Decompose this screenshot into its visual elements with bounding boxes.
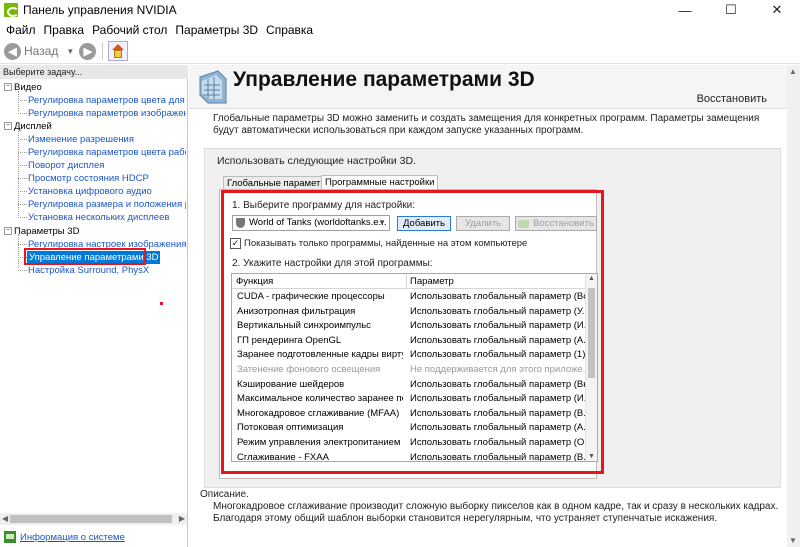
- tree-guide: [18, 234, 19, 268]
- tree-branch: [18, 244, 27, 245]
- tree-branch: [18, 270, 27, 271]
- annotation-dot: [160, 302, 163, 305]
- tree-branch: [18, 139, 27, 140]
- description-text: Многокадровое сглаживание производит сло…: [213, 501, 779, 524]
- menu-help[interactable]: Справка: [262, 23, 317, 37]
- collapse-icon[interactable]: −: [4, 122, 12, 131]
- tree-guide: [18, 91, 19, 111]
- tree-category-3d[interactable]: − Параметры 3D: [4, 225, 79, 238]
- tree-item-hdcp[interactable]: Просмотр состояния HDCP: [28, 172, 149, 185]
- scroll-up-icon[interactable]: ▲: [789, 67, 797, 76]
- scroll-down-icon[interactable]: ▼: [789, 536, 797, 545]
- menu-edit[interactable]: Правка: [40, 23, 89, 37]
- maximize-button[interactable]: ☐: [708, 0, 754, 20]
- page-intro: Глобальные параметры 3D можно заменить и…: [213, 113, 760, 136]
- menu-bar: Файл Правка Рабочий стол Параметры 3D Сп…: [0, 20, 800, 39]
- 3d-settings-icon: [199, 70, 227, 104]
- tree-item-video-color[interactable]: Регулировка параметров цвета для вид: [28, 94, 186, 107]
- collapse-icon[interactable]: −: [4, 83, 12, 92]
- system-info[interactable]: Информация о системе: [4, 531, 125, 543]
- back-arrow-icon[interactable]: ◀: [4, 42, 21, 60]
- restore-defaults-link[interactable]: Восстановить: [697, 93, 767, 105]
- tree-item-multiple-displays[interactable]: Установка нескольких дисплеев: [28, 211, 169, 224]
- horizontal-scrollbar[interactable]: ◀ ▶: [0, 513, 187, 525]
- tree-branch: [18, 152, 27, 153]
- close-button[interactable]: ✕: [754, 0, 800, 20]
- scroll-thumb[interactable]: [10, 515, 172, 523]
- scroll-left-icon[interactable]: ◀: [2, 514, 8, 523]
- collapse-icon[interactable]: −: [4, 227, 12, 236]
- selection-highlight-frame: [24, 248, 146, 265]
- tree-branch: [18, 178, 27, 179]
- tree-item-digital-audio[interactable]: Установка цифрового аудио: [28, 185, 152, 198]
- tree-item-video-image[interactable]: Регулировка параметров изображения д: [28, 107, 186, 120]
- page-header: Управление параметрами 3D Восстановить: [189, 65, 787, 109]
- tree-category-display[interactable]: − Дисплей: [4, 120, 52, 133]
- page-title: Управление параметрами 3D: [233, 68, 535, 91]
- vertical-scrollbar[interactable]: ▲ ▼: [787, 65, 800, 547]
- home-icon[interactable]: [108, 41, 129, 61]
- scroll-right-icon[interactable]: ▶: [179, 514, 185, 523]
- system-info-icon: [4, 531, 16, 543]
- tree-branch: [18, 217, 27, 218]
- category-label: Дисплей: [14, 121, 52, 132]
- tree-category-video[interactable]: − Видео: [4, 81, 42, 94]
- tree-item-desktop-color[interactable]: Регулировка параметров цвета рабочег: [28, 146, 186, 159]
- menu-file[interactable]: Файл: [2, 23, 40, 37]
- tab-program-settings[interactable]: Программные настройки: [321, 175, 439, 190]
- back-button-label[interactable]: Назад: [24, 44, 58, 58]
- window-controls: — ☐ ✕: [662, 0, 800, 20]
- system-info-link[interactable]: Информация о системе: [20, 532, 125, 543]
- settings-group-title: Использовать следующие настройки 3D.: [217, 155, 416, 167]
- tree-item-rotate[interactable]: Поворот дисплея: [28, 159, 104, 172]
- window-title: Панель управления NVIDIA: [23, 3, 177, 17]
- tree-branch: [18, 204, 27, 205]
- category-label: Видео: [14, 82, 42, 93]
- menu-desktop[interactable]: Рабочий стол: [88, 23, 171, 37]
- tree-branch: [18, 100, 27, 101]
- annotation-highlight-frame: [221, 190, 604, 474]
- menu-3d-settings[interactable]: Параметры 3D: [171, 23, 262, 37]
- minimize-button[interactable]: —: [662, 0, 708, 20]
- tree-item-surround-physx[interactable]: Настройка Surround, PhysX: [28, 264, 149, 277]
- tree-item-resolution[interactable]: Изменение разрешения: [28, 133, 134, 146]
- toolbar-separator: [102, 42, 104, 60]
- forward-arrow-icon[interactable]: ▶: [79, 42, 97, 60]
- tree-branch: [18, 191, 27, 192]
- tree-branch: [18, 113, 27, 114]
- description-label: Описание.: [200, 489, 249, 500]
- title-bar: Панель управления NVIDIA — ☐ ✕: [0, 0, 800, 20]
- tree-item-desktop-size[interactable]: Регулировка размера и положения раб: [28, 198, 186, 211]
- tree-branch: [18, 165, 27, 166]
- task-tree: − Видео Регулировка параметров цвета для …: [0, 79, 186, 519]
- tab-global-settings[interactable]: Глобальные параметры: [223, 176, 337, 190]
- toolbar: ◀ Назад ▼ ▶: [0, 39, 800, 64]
- nvidia-logo-icon: [4, 3, 19, 17]
- task-panel: Выберите задачу... − Видео Регулировка па…: [0, 65, 188, 547]
- history-dropdown-icon[interactable]: ▼: [66, 47, 74, 56]
- task-header: Выберите задачу...: [0, 65, 188, 79]
- category-label: Параметры 3D: [14, 226, 80, 237]
